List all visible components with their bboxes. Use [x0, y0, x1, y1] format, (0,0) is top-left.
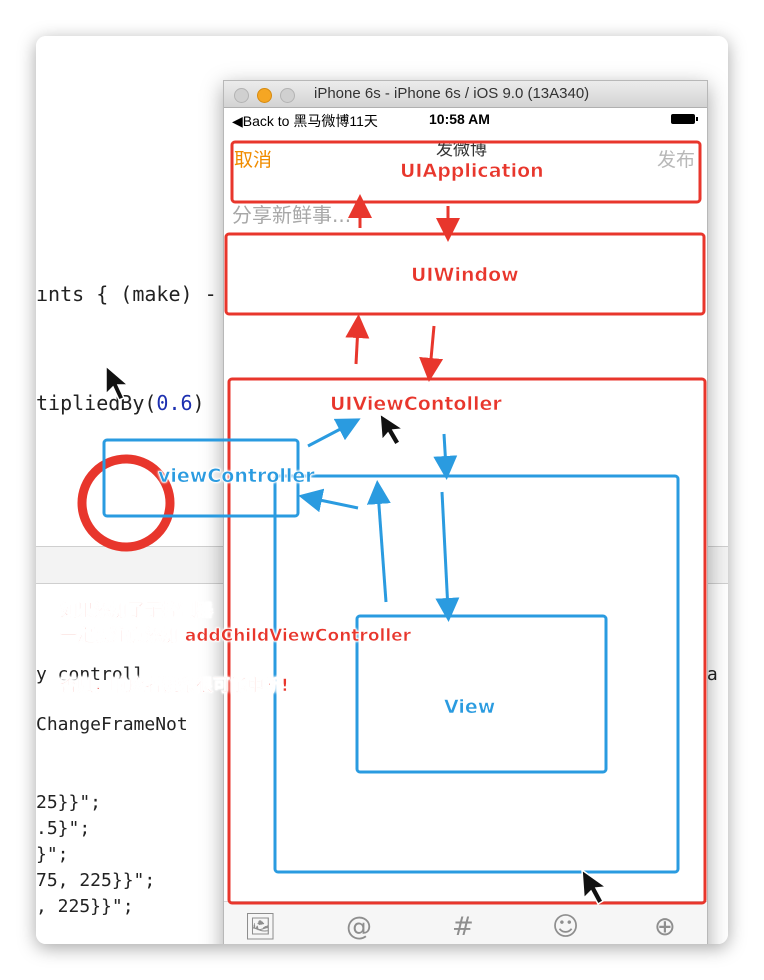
- mouse-cursor-icon: [105, 364, 131, 401]
- uiapplication-label: UIApplication: [400, 160, 544, 183]
- blue-arrow: [433, 433, 458, 480]
- blue-arrow: [298, 488, 359, 513]
- mouse-cursor-icon: [581, 868, 609, 906]
- note-line-1: 如果添加了子控制器: [60, 601, 214, 622]
- controller-view-box: [273, 474, 680, 874]
- highlight-circle: [77, 454, 175, 552]
- blue-arrow: [435, 491, 460, 622]
- uiwindow-label: UIWindow: [411, 264, 519, 287]
- screen-frame: ınts { (make) - tipliedBy(0.6) y control…: [36, 36, 728, 944]
- red-arrow: [419, 325, 444, 382]
- blue-arrow: [366, 480, 391, 603]
- note-line-2: 一定要注意添加 addChildViewController: [60, 626, 412, 647]
- viewcontroller-label: viewController: [158, 465, 315, 488]
- blue-arrow: [307, 418, 361, 448]
- mouse-cursor-icon: [379, 412, 406, 447]
- view-label: View: [444, 696, 496, 719]
- red-arrow: [345, 314, 370, 365]
- uiviewcontroller-label: UIViewContoller: [330, 393, 502, 416]
- note-line-3: 否则，响应者链条很可能中断!: [60, 676, 289, 697]
- annotation-overlay: [77, 140, 707, 906]
